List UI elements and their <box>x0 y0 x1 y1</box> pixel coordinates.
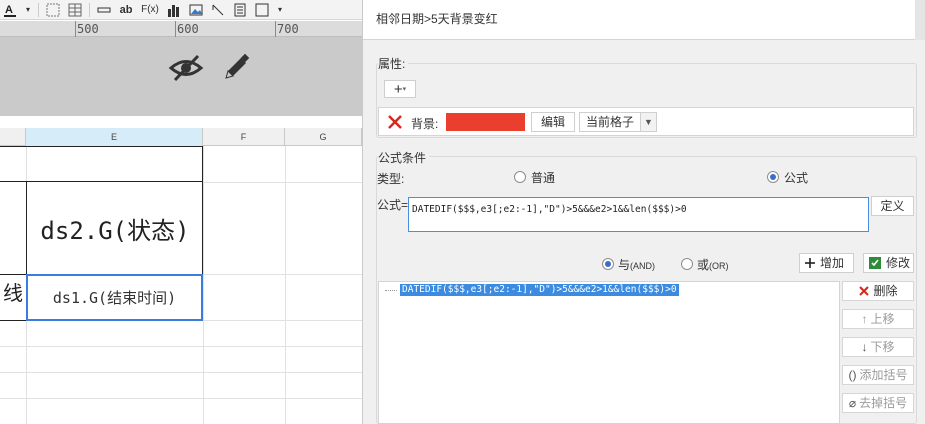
define-button[interactable]: 定义 <box>871 196 914 216</box>
logic-or-radio[interactable] <box>681 258 693 270</box>
dropdown-arrow-icon[interactable]: ▾ <box>24 2 32 18</box>
formula-icon[interactable]: F(x) <box>140 2 160 18</box>
ruler-label: 500 <box>77 22 99 36</box>
table-icon[interactable] <box>67 2 83 18</box>
canvas-gray-area <box>0 37 362 116</box>
image-icon[interactable] <box>188 2 204 18</box>
slash-icon[interactable] <box>210 2 226 18</box>
grid-line <box>0 346 362 347</box>
type-normal-label[interactable]: 普通 <box>531 169 555 186</box>
spreadsheet-pane: A ▾ ab F(x) ▾ 500 600 700 E F G ds2.G(状态… <box>0 0 362 424</box>
underline-icon[interactable] <box>96 2 112 18</box>
type-formula-radio[interactable] <box>767 171 779 183</box>
modify-icon <box>869 257 881 269</box>
add-bracket-button[interactable]: () 添加括号 <box>842 365 914 385</box>
move-up-label: 上移 <box>870 312 895 326</box>
formula-conditions-label: 公式条件 <box>378 149 430 166</box>
logic-or-text: 或 <box>697 258 710 272</box>
background-color-swatch[interactable] <box>446 113 525 131</box>
ruler-label: 600 <box>177 22 199 36</box>
arrow-up-icon: ↑ <box>861 312 868 326</box>
horizontal-ruler: 500 600 700 <box>0 21 362 37</box>
column-header-g[interactable]: G <box>285 128 362 146</box>
condition-attribute-dialog: 相邻日期>5天背景变红 属性: + ▾ 背景: 编辑 当前格子 ▼ 公式条件 类型… <box>362 0 925 424</box>
column-header-partial[interactable] <box>0 128 26 146</box>
delete-condition-button[interactable]: 删除 <box>842 281 914 301</box>
delete-condition-label: 删除 <box>873 284 898 298</box>
condition-list: DATEDIF($$$,e3[;e2:-1],"D")>5&&&e2>1&&le… <box>378 281 840 424</box>
type-normal-radio[interactable] <box>514 171 526 183</box>
logic-and-radio[interactable] <box>602 258 614 270</box>
formula-input[interactable]: DATEDIF($$$,e3[;e2:-1],"D")>5&&&e2>1&&le… <box>408 197 869 232</box>
toolbar-separator <box>38 2 39 17</box>
format-toolbar: A ▾ ab F(x) ▾ <box>0 0 362 20</box>
add-bracket-label: 添加括号 <box>859 368 908 382</box>
background-label: 背景: <box>411 117 439 131</box>
border-box-icon[interactable] <box>254 2 270 18</box>
document-icon[interactable] <box>232 2 248 18</box>
logic-or-suffix: (OR) <box>709 261 729 271</box>
dropdown-arrow-icon: ▾ <box>402 86 407 93</box>
column-header-bar: E F G <box>0 128 362 146</box>
text-ab-icon[interactable]: ab <box>118 2 134 18</box>
column-header-e[interactable]: E <box>26 128 203 146</box>
grid-line <box>203 182 362 183</box>
add-condition-button[interactable]: 增加 <box>799 253 854 273</box>
cell-partial-text[interactable]: 线 <box>0 274 26 320</box>
grid-line <box>285 146 286 424</box>
arrow-down-icon: ↓ <box>861 340 868 354</box>
logic-and-text: 与 <box>618 258 631 272</box>
formula-label: 公式= <box>377 198 409 212</box>
move-down-label: 下移 <box>870 340 895 354</box>
logic-and-suffix: (AND) <box>630 261 656 271</box>
pencil-icon[interactable] <box>220 52 252 84</box>
type-label: 类型: <box>377 172 405 186</box>
modify-condition-label: 修改 <box>886 256 911 270</box>
grid-line <box>0 372 362 373</box>
chevron-down-icon: ▼ <box>640 113 656 131</box>
plus-icon <box>805 258 815 268</box>
scope-select[interactable]: 当前格子 ▼ <box>579 112 657 132</box>
ruler-tick <box>275 21 276 37</box>
condition-list-item[interactable]: DATEDIF($$$,e3[;e2:-1],"D")>5&&&e2>1&&le… <box>400 284 679 296</box>
modify-condition-button[interactable]: 修改 <box>863 253 914 273</box>
grid-line <box>203 274 362 275</box>
title-scrollbar[interactable] <box>915 0 925 40</box>
toolbar-separator <box>89 2 90 17</box>
cell-selected[interactable]: ds1.G(结束时间) <box>26 274 203 321</box>
remove-bracket-label: 去掉括号 <box>859 396 908 410</box>
edit-background-button[interactable]: 编辑 <box>531 112 575 132</box>
dialog-title: 相邻日期>5天背景变红 <box>363 0 925 40</box>
bracket-icon: () <box>848 368 857 382</box>
add-property-button[interactable]: + ▾ <box>384 80 416 98</box>
plus-icon: + <box>393 80 403 98</box>
cell-status-header[interactable]: ds2.G(状态) <box>26 182 204 274</box>
move-up-button[interactable]: ↑ 上移 <box>842 309 914 329</box>
type-formula-label[interactable]: 公式 <box>784 169 808 186</box>
delete-x-icon[interactable] <box>386 113 404 131</box>
ruler-label: 700 <box>277 22 299 36</box>
background-property-row: 背景: 编辑 当前格子 ▼ <box>378 107 914 136</box>
dropdown-arrow-icon[interactable]: ▾ <box>276 2 284 18</box>
logic-or-label[interactable]: 或(OR) <box>697 256 729 273</box>
chart-icon[interactable] <box>166 2 182 18</box>
grid-line <box>0 398 362 399</box>
scope-select-value: 当前格子 <box>586 115 635 129</box>
delete-x-icon <box>859 286 870 296</box>
cell-border <box>0 146 203 147</box>
tree-connector <box>385 290 397 291</box>
svg-text:A: A <box>5 4 13 16</box>
move-down-button[interactable]: ↓ 下移 <box>842 337 914 357</box>
properties-label: 属性: <box>378 55 409 72</box>
logic-and-label[interactable]: 与(AND) <box>618 256 655 273</box>
column-header-f[interactable]: F <box>203 128 285 146</box>
ruler-tick <box>75 21 76 37</box>
add-condition-label: 增加 <box>820 256 845 270</box>
border-icon[interactable] <box>45 2 61 18</box>
remove-bracket-button[interactable]: ⌀ 去掉括号 <box>842 393 914 413</box>
ruler-tick <box>175 21 176 37</box>
eye-slash-icon[interactable] <box>168 52 204 84</box>
font-color-icon[interactable]: A <box>2 2 18 18</box>
remove-bracket-icon: ⌀ <box>848 396 857 410</box>
